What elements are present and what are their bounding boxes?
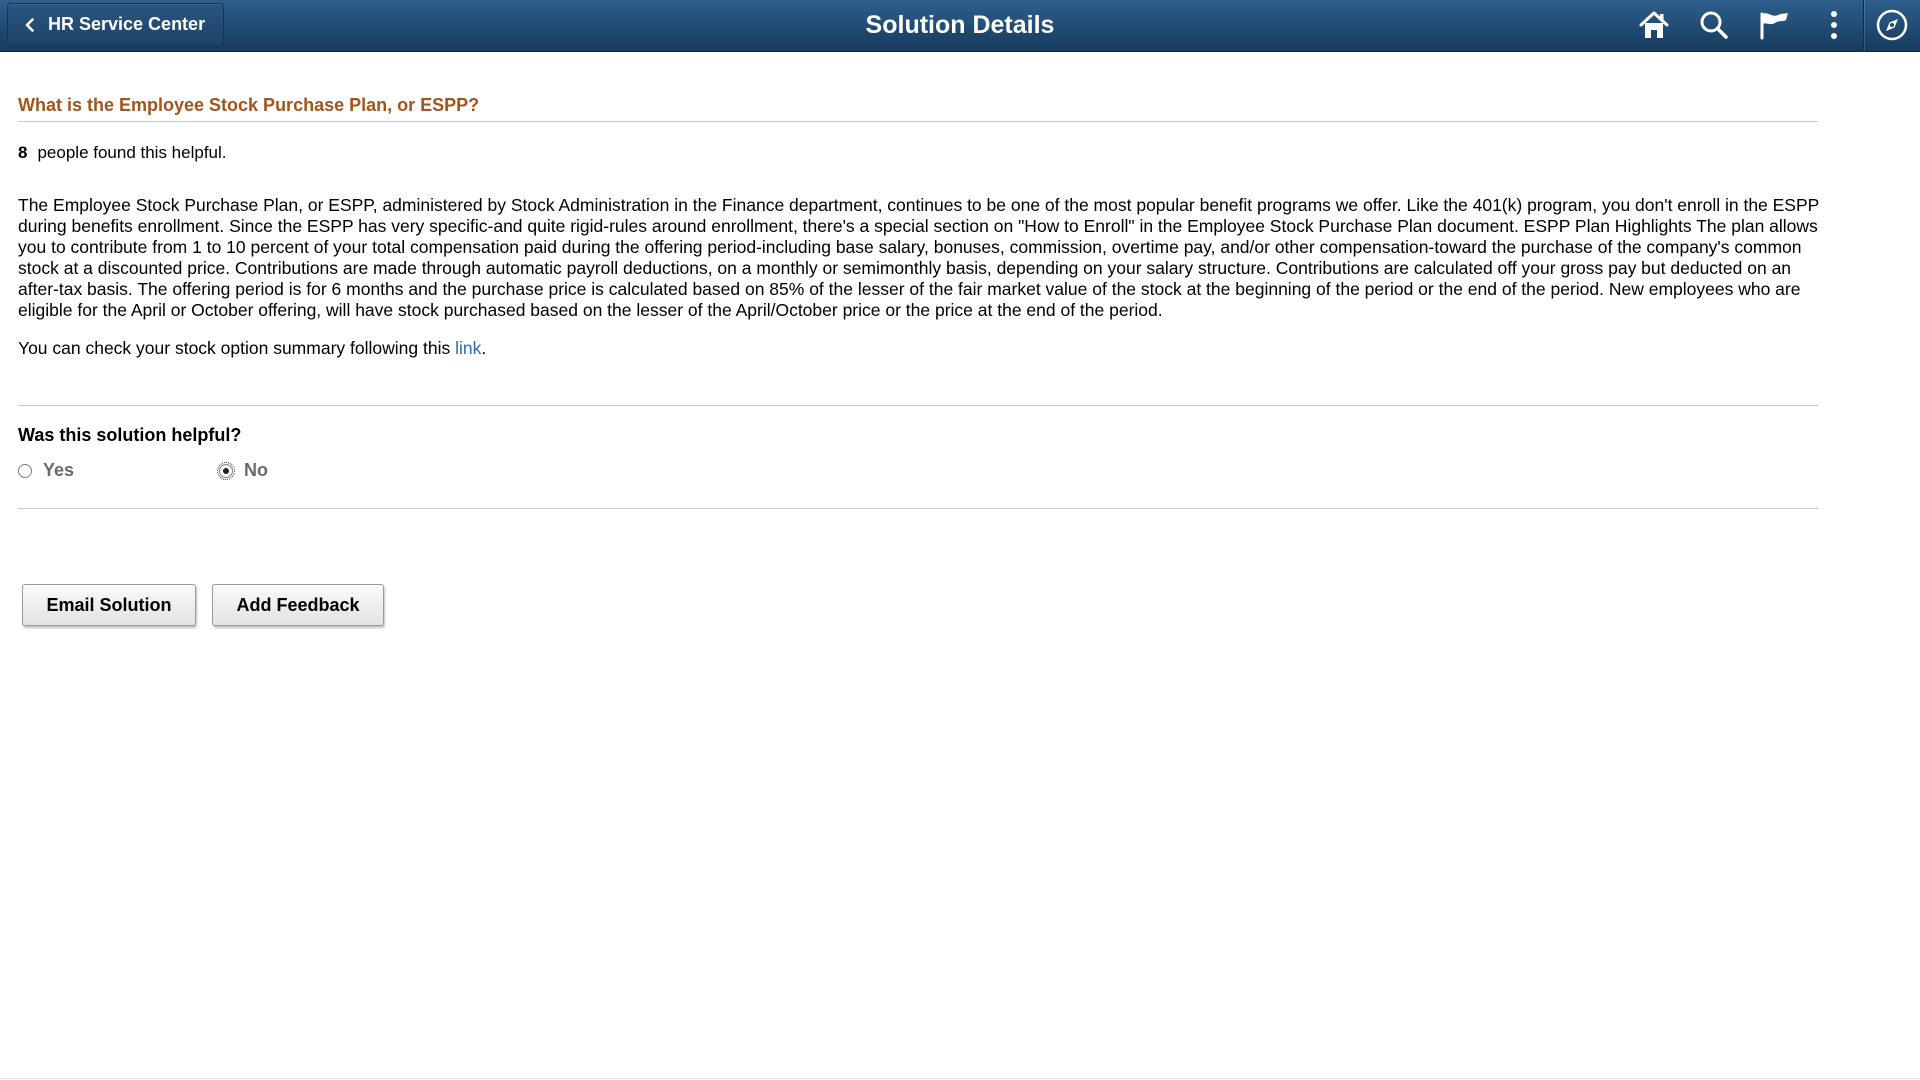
flag-icon	[1760, 12, 1788, 40]
home-icon	[1639, 11, 1669, 38]
stock-summary-link[interactable]: link	[455, 338, 481, 358]
link-suffix-text: .	[481, 338, 487, 358]
solution-body: The Employee Stock Purchase Plan, or ESP…	[18, 195, 1820, 320]
header-divider	[1863, 0, 1864, 51]
stock-summary-line: You can check your stock option summary …	[18, 338, 486, 359]
radio-option-no[interactable]: No	[217, 460, 268, 481]
helpful-count-line: 8 people found this helpful.	[18, 143, 227, 163]
link-prefix-text: You can check your stock option summary …	[18, 338, 456, 358]
home-button[interactable]	[1636, 7, 1672, 43]
actions-menu-button[interactable]	[1816, 7, 1852, 43]
page-title: Solution Details	[865, 11, 1055, 39]
radio-option-yes[interactable]: Yes	[18, 460, 74, 481]
navbar-button[interactable]	[1874, 7, 1910, 43]
helpful-count-number: 8	[18, 143, 28, 162]
back-button-label: HR Service Center	[48, 14, 206, 34]
header-banner: HR Service Center Solution Details	[0, 0, 1920, 52]
helpful-question: Was this solution helpful?	[18, 425, 242, 445]
actions-divider	[18, 508, 1818, 509]
notifications-button[interactable]	[1756, 7, 1792, 43]
helpful-count-text: people found this helpful.	[37, 143, 227, 162]
yes-radio-label[interactable]: Yes	[43, 460, 74, 481]
solution-title: What is the Employee Stock Purchase Plan…	[18, 95, 480, 115]
email-solution-button[interactable]: Email Solution	[22, 584, 196, 626]
title-divider	[18, 121, 1818, 122]
more-actions-icon	[1831, 11, 1837, 39]
search-button[interactable]	[1696, 7, 1732, 43]
chevron-left-icon	[25, 17, 34, 32]
no-radio-label[interactable]: No	[244, 460, 268, 481]
no-radio-button[interactable]	[217, 461, 235, 480]
back-button[interactable]: HR Service Center	[7, 3, 225, 46]
search-icon	[1700, 11, 1728, 39]
section-divider	[18, 405, 1818, 406]
add-feedback-button[interactable]: Add Feedback	[212, 584, 384, 626]
yes-radio-button[interactable]	[18, 463, 32, 478]
footer-divider	[0, 1078, 1920, 1079]
navbar-compass-icon	[1876, 9, 1908, 41]
